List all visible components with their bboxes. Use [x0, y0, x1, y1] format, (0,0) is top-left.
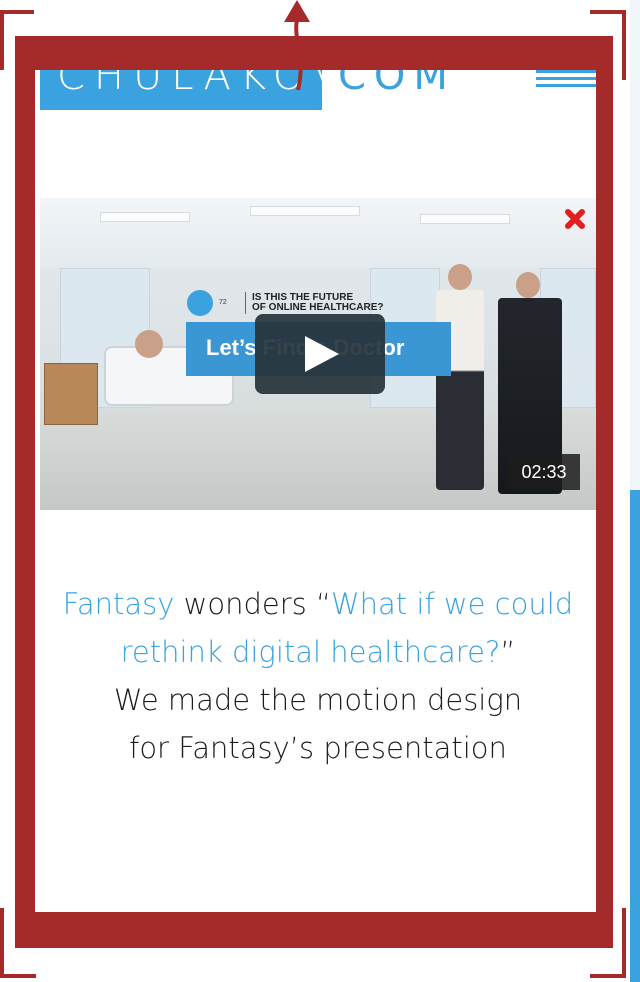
menu-line	[536, 77, 596, 80]
brand-badge-icon	[187, 290, 213, 316]
video-scene-ceiling	[40, 198, 596, 268]
play-button[interactable]	[255, 314, 385, 394]
ceiling-lamp	[100, 212, 190, 222]
description-line-3: for Fantasy’s presentation	[129, 731, 507, 765]
menu-line	[536, 70, 596, 73]
menu-line	[536, 84, 596, 87]
corner-bracket	[590, 10, 626, 14]
frame-bottom-bar	[15, 912, 613, 948]
ceiling-lamp	[250, 206, 360, 216]
corner-bracket	[0, 974, 36, 978]
corner-bracket	[0, 908, 4, 978]
frame-right-bar	[596, 36, 613, 948]
scene-doctor	[436, 290, 484, 490]
corner-bracket	[0, 10, 4, 70]
corner-bracket	[622, 908, 626, 978]
corner-bracket	[622, 10, 626, 80]
logo-text-right: COM	[338, 53, 456, 99]
corner-bracket	[590, 974, 626, 978]
corner-bracket	[0, 10, 34, 14]
frame-left-bar	[15, 36, 35, 948]
site-logo[interactable]: CHULAKOV	[40, 40, 322, 110]
scene-cabinet	[44, 363, 98, 425]
project-description: Fantasy wonders “What if we could rethin…	[40, 580, 596, 772]
description-line-2: We made the motion design	[113, 683, 523, 717]
scene-doctor-head	[448, 264, 472, 290]
overlay-number: 72	[219, 299, 227, 306]
description-quote-end: ”	[500, 635, 516, 669]
video-player[interactable]: 72 IS THIS THE FUTURE OF ONLINE HEALTHCA…	[40, 198, 596, 510]
right-edge-light	[630, 0, 640, 490]
brand-name: Fantasy	[62, 587, 175, 621]
overlay-headline: IS THIS THE FUTURE OF ONLINE HEALTHCARE?	[252, 292, 384, 313]
ceiling-lamp	[420, 214, 510, 224]
close-icon[interactable]	[564, 208, 586, 230]
overlay-divider	[245, 292, 246, 314]
right-edge-blue-strip	[630, 490, 640, 982]
hamburger-menu-icon[interactable]	[536, 66, 596, 90]
video-duration: 02:33	[508, 454, 580, 490]
logo-text-left: CHULAKOV	[57, 53, 322, 99]
scene-patient	[135, 330, 163, 358]
description-text: wonders “	[174, 587, 331, 621]
play-icon	[305, 336, 339, 372]
scene-doctor-head	[516, 272, 540, 298]
video-overlay-title: 72 IS THIS THE FUTURE OF ONLINE HEALTHCA…	[187, 290, 383, 316]
